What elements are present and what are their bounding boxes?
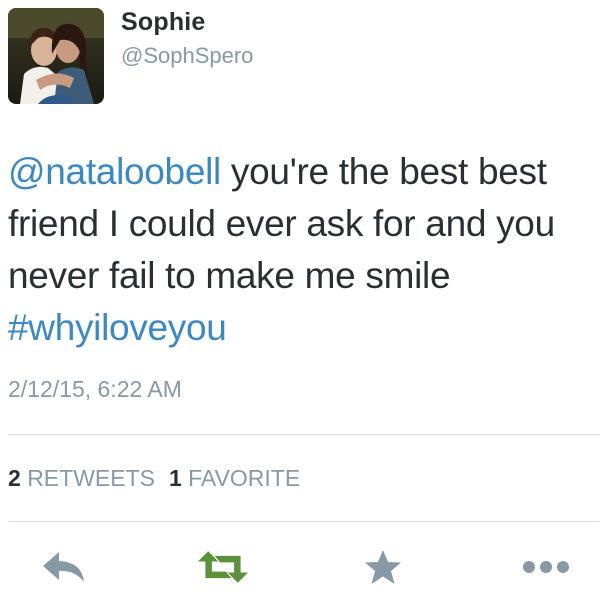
retweet-button[interactable] <box>198 545 248 589</box>
reply-button[interactable] <box>39 545 89 589</box>
reply-arrow-icon <box>43 552 84 582</box>
retweets-label: RETWEETS <box>27 465 155 491</box>
retweets-count: 2 <box>8 465 21 491</box>
mention-link[interactable]: @nataloobell <box>8 151 221 192</box>
username-handle[interactable]: @SophSpero <box>121 43 253 69</box>
hashtag-link[interactable]: #whyiloveyou <box>8 307 227 348</box>
favorites-label: FAVORITE <box>188 465 301 491</box>
favorites-stat[interactable]: 1 FAVORITE <box>169 465 300 491</box>
retweet-icon <box>198 551 248 583</box>
favorite-button[interactable] <box>358 545 408 589</box>
retweets-stat[interactable]: 2 RETWEETS <box>8 465 155 491</box>
display-name[interactable]: Sophie <box>121 8 206 37</box>
tweet-text: @nataloobell you're the best best friend… <box>8 146 598 354</box>
tweet-stats: 2 RETWEETS 1 FAVORITE <box>8 465 300 492</box>
more-options-button[interactable] <box>521 545 571 589</box>
tweet-timestamp: 2/12/15, 6:22 AM <box>8 376 182 402</box>
divider <box>8 521 600 522</box>
ellipsis-icon <box>523 561 569 573</box>
profile-photo <box>8 8 104 104</box>
avatar[interactable] <box>8 8 104 104</box>
divider <box>8 434 600 435</box>
star-icon <box>365 550 401 584</box>
favorites-count: 1 <box>168 465 182 491</box>
